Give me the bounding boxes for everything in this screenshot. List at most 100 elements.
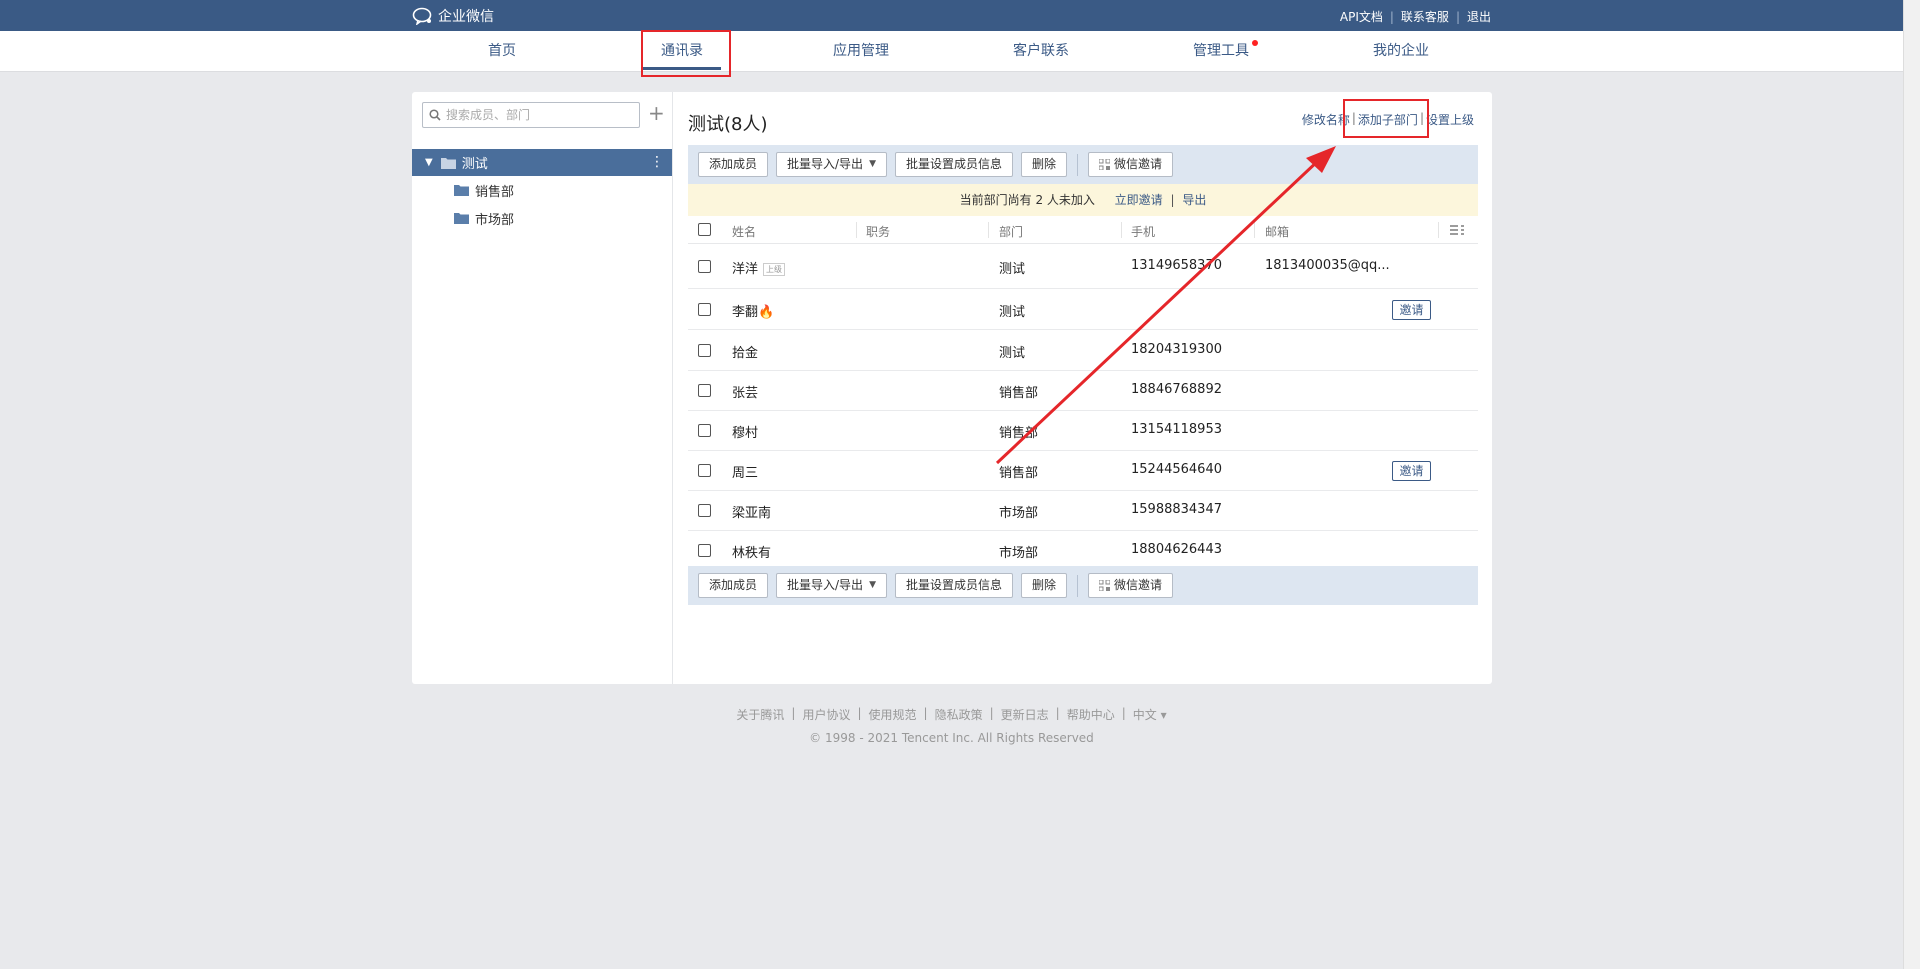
table-row[interactable]: 张芸 销售部 18846768892 bbox=[688, 371, 1478, 411]
wechat-invite-label: 微信邀请 bbox=[1114, 578, 1163, 592]
table-row[interactable]: 周三 销售部 15244564640 邀请 bbox=[688, 451, 1478, 491]
wechat-invite-button[interactable]: 微信邀请 bbox=[1088, 573, 1174, 598]
row-checkbox[interactable] bbox=[698, 344, 711, 357]
table-row[interactable]: 洋洋 上级 测试 13149658370 1813400035@qq... bbox=[688, 245, 1478, 289]
row-checkbox[interactable] bbox=[698, 424, 711, 437]
tab-customer-contact[interactable]: 客户联系 bbox=[996, 31, 1086, 72]
footer-link-agreement[interactable]: 用户协议 bbox=[802, 706, 850, 723]
divider bbox=[1121, 222, 1122, 238]
member-name[interactable]: 梁亚南 bbox=[732, 502, 771, 521]
delete-button[interactable]: 删除 bbox=[1021, 152, 1068, 177]
tree-item-label: 市场部 bbox=[475, 212, 515, 228]
caret-down-icon: ▼ bbox=[869, 580, 876, 590]
more-options-icon[interactable]: ⋮ bbox=[650, 154, 664, 170]
logout-link[interactable]: 退出 bbox=[1467, 8, 1491, 25]
main-panel: + ▼ 测试 ⋮ 销售部 市场部 测试(8人) 修改名称 | 添加子部门 bbox=[412, 92, 1492, 684]
column-position[interactable]: 职务 bbox=[866, 223, 890, 240]
export-link[interactable]: 导出 bbox=[1182, 193, 1206, 207]
footer-link-privacy[interactable]: 隐私政策 bbox=[935, 706, 983, 723]
caret-down-icon[interactable]: ▼ bbox=[425, 157, 433, 168]
row-checkbox[interactable] bbox=[698, 464, 711, 477]
tree-item-sales[interactable]: 销售部 bbox=[412, 177, 672, 203]
divider: | bbox=[989, 706, 994, 720]
table-row[interactable]: 李翻🔥 测试 邀请 bbox=[688, 290, 1478, 330]
batch-set-button[interactable]: 批量设置成员信息 bbox=[894, 573, 1013, 598]
scrollbar[interactable] bbox=[1903, 0, 1920, 969]
column-email[interactable]: 邮箱 bbox=[1265, 223, 1289, 240]
member-name[interactable]: 洋洋 上级 bbox=[732, 258, 786, 277]
contact-support-link[interactable]: 联系客服 bbox=[1401, 8, 1449, 25]
page-title: 测试(8人) bbox=[688, 114, 768, 135]
row-checkbox[interactable] bbox=[698, 260, 711, 273]
add-member-button[interactable]: 添加成员 bbox=[698, 573, 769, 598]
top-links: API文档 | 联系客服 | 退出 bbox=[1340, 8, 1491, 25]
copyright: © 1998 - 2021 Tencent Inc. All Rights Re… bbox=[809, 731, 1094, 745]
tree-item-marketing[interactable]: 市场部 bbox=[412, 205, 672, 231]
invite-now-link[interactable]: 立即邀请 bbox=[1115, 193, 1163, 207]
import-export-button[interactable]: 批量导入/导出 ▼ bbox=[776, 573, 887, 598]
rename-link[interactable]: 修改名称 bbox=[1302, 111, 1350, 128]
member-name[interactable]: 周三 bbox=[732, 462, 758, 481]
row-checkbox[interactable] bbox=[698, 504, 711, 517]
divider bbox=[1254, 222, 1255, 238]
import-export-label: 批量导入/导出 bbox=[787, 157, 864, 171]
tab-app-management[interactable]: 应用管理 bbox=[816, 31, 906, 72]
batch-set-button[interactable]: 批量设置成员信息 bbox=[894, 152, 1013, 177]
column-name[interactable]: 姓名 bbox=[732, 223, 756, 240]
tab-home[interactable]: 首页 bbox=[457, 31, 547, 72]
import-export-button[interactable]: 批量导入/导出 ▼ bbox=[776, 152, 887, 177]
api-docs-link[interactable]: API文档 bbox=[1340, 8, 1383, 25]
invite-button[interactable]: 邀请 bbox=[1392, 461, 1431, 481]
column-phone[interactable]: 手机 bbox=[1131, 223, 1155, 240]
column-department[interactable]: 部门 bbox=[999, 223, 1023, 240]
tree-item-root[interactable]: ▼ 测试 ⋮ bbox=[412, 149, 672, 176]
table-row[interactable]: 拾金 测试 18204319300 bbox=[688, 331, 1478, 371]
import-export-label: 批量导入/导出 bbox=[787, 578, 864, 592]
tree-item-label: 销售部 bbox=[475, 184, 515, 200]
table-row[interactable]: 穆村 销售部 13154118953 bbox=[688, 411, 1478, 451]
delete-button[interactable]: 删除 bbox=[1021, 573, 1068, 598]
footer-link-about[interactable]: 关于腾讯 bbox=[736, 706, 784, 723]
toolbar-bottom: 添加成员 批量导入/导出 ▼ 批量设置成员信息 删除 微信邀请 bbox=[688, 566, 1478, 605]
member-department: 测试 bbox=[999, 346, 1026, 361]
member-name[interactable]: 李翻🔥 bbox=[732, 301, 774, 320]
tab-my-enterprise[interactable]: 我的企业 bbox=[1356, 31, 1446, 72]
row-checkbox[interactable] bbox=[698, 384, 711, 397]
tree-item-label: 测试 bbox=[461, 157, 488, 172]
main-nav: 首页 通讯录 应用管理 客户联系 管理工具 我的企业 bbox=[0, 31, 1903, 72]
wechat-invite-button[interactable]: 微信邀请 bbox=[1088, 152, 1174, 177]
member-department: 市场部 bbox=[999, 546, 1039, 561]
add-department-icon[interactable]: + bbox=[648, 103, 665, 123]
search-input[interactable] bbox=[446, 108, 626, 122]
member-name[interactable]: 穆村 bbox=[732, 422, 758, 441]
footer-link-rules[interactable]: 使用规范 bbox=[869, 706, 917, 723]
member-name[interactable]: 张芸 bbox=[732, 382, 758, 401]
tab-label: 管理工具 bbox=[1193, 43, 1249, 59]
department-sidebar: + ▼ 测试 ⋮ 销售部 市场部 bbox=[412, 92, 673, 684]
member-name[interactable]: 拾金 bbox=[732, 342, 758, 361]
footer-link-changelog[interactable]: 更新日志 bbox=[1001, 706, 1049, 723]
divider: | bbox=[1419, 111, 1424, 125]
footer-link-help[interactable]: 帮助中心 bbox=[1067, 706, 1115, 723]
tab-contacts[interactable]: 通讯录 bbox=[637, 31, 727, 72]
table-row[interactable]: 梁亚南 市场部 15988834347 bbox=[688, 491, 1478, 531]
language-select[interactable]: 中文 ▾ bbox=[1133, 706, 1167, 723]
divider: | bbox=[1351, 111, 1356, 125]
row-checkbox[interactable] bbox=[698, 303, 711, 316]
notice-text: 当前部门尚有 2 人未加入 bbox=[959, 193, 1095, 207]
logo[interactable]: 企业微信 bbox=[412, 6, 494, 26]
member-phone: 18204319300 bbox=[1131, 342, 1222, 357]
search-box[interactable] bbox=[422, 102, 640, 128]
table-row[interactable]: 林秩有 市场部 18804626443 bbox=[688, 531, 1478, 571]
tab-management-tools[interactable]: 管理工具 bbox=[1176, 31, 1266, 72]
select-all-checkbox[interactable] bbox=[698, 223, 711, 236]
member-name[interactable]: 林秩有 bbox=[732, 542, 771, 561]
add-member-button[interactable]: 添加成员 bbox=[698, 152, 769, 177]
add-subdepartment-link[interactable]: 添加子部门 bbox=[1358, 111, 1418, 128]
department-actions: 修改名称 | 添加子部门 | 设置上级 bbox=[1302, 111, 1474, 128]
column-settings-icon[interactable] bbox=[1450, 224, 1464, 236]
row-checkbox[interactable] bbox=[698, 544, 711, 557]
set-parent-link[interactable]: 设置上级 bbox=[1426, 111, 1474, 128]
invite-button[interactable]: 邀请 bbox=[1392, 300, 1431, 320]
search-icon bbox=[429, 109, 441, 121]
